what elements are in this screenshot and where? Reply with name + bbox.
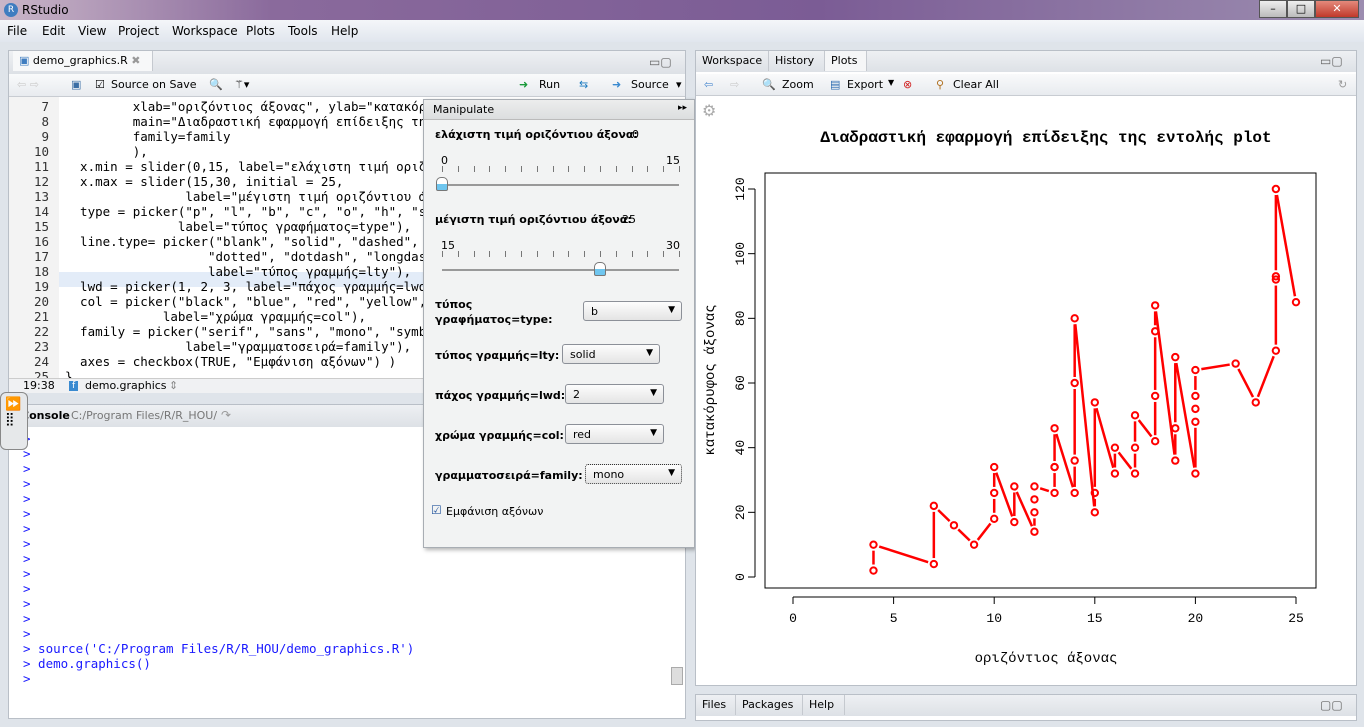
tab-files[interactable]: Files <box>696 695 736 715</box>
y-tick-label: 20 <box>733 505 748 521</box>
y-tick-label: 60 <box>733 375 748 391</box>
data-point <box>1150 327 1160 336</box>
plot-canvas: Διαδραστική εφαρμογή επίδειξης της εντολ… <box>703 129 1317 667</box>
data-point <box>1150 391 1160 401</box>
files-pane: Files Packages Help ▢▢ <box>695 694 1357 721</box>
y-axis-label: κατακόρυφος άξονας <box>703 304 719 455</box>
data-point <box>949 521 959 530</box>
data-point <box>1030 508 1039 517</box>
data-point <box>1171 352 1180 362</box>
series-line-segment <box>1095 407 1115 469</box>
series-line-segment <box>976 522 992 541</box>
data-point <box>1150 437 1160 446</box>
series-line-segment <box>1175 362 1196 468</box>
y-tick-label: 80 <box>733 311 748 327</box>
series-line-segment <box>1015 491 1034 527</box>
y-tick-label: 100 <box>733 242 748 265</box>
data-point <box>1130 411 1140 420</box>
data-point <box>1251 398 1260 407</box>
data-point <box>1050 462 1059 472</box>
series-line-segment <box>1074 324 1096 507</box>
data-point <box>1010 482 1019 491</box>
data-point <box>1110 443 1120 452</box>
series-line-segment <box>1117 451 1133 470</box>
series-line-segment <box>1201 363 1230 371</box>
data-point <box>1070 314 1079 323</box>
data-point <box>1110 469 1120 478</box>
data-point <box>990 514 999 523</box>
data-point <box>1030 482 1039 491</box>
x-tick-label: 10 <box>986 611 1002 626</box>
data-point <box>1030 527 1039 536</box>
tab-help[interactable]: Help <box>803 695 845 715</box>
series-line-segment <box>937 509 951 523</box>
data-point <box>1171 424 1180 433</box>
series-line-segment <box>1237 368 1255 398</box>
data-point <box>1231 359 1240 368</box>
data-point <box>1150 301 1160 310</box>
data-point <box>1050 488 1059 498</box>
data-point <box>1050 424 1059 433</box>
data-point <box>1191 404 1200 414</box>
data-point <box>1070 488 1079 498</box>
data-point <box>1030 495 1039 504</box>
data-point <box>990 462 999 472</box>
data-point <box>869 566 878 575</box>
series-line-segment <box>957 528 971 542</box>
data-point <box>1090 488 1100 498</box>
plot-box <box>764 172 1317 589</box>
data-point <box>929 501 939 511</box>
y-tick-label: 40 <box>733 440 748 456</box>
data-point <box>1191 469 1200 478</box>
x-tick-label: 25 <box>1288 611 1304 626</box>
series-line-segment <box>1055 433 1075 488</box>
x-tick-label: 5 <box>890 611 898 626</box>
data-point <box>1070 456 1079 465</box>
data-point <box>1271 184 1281 194</box>
data-point <box>1191 365 1200 375</box>
x-tick-label: 0 <box>789 611 797 626</box>
restore-pane-icon[interactable]: ▢▢ <box>1320 698 1343 712</box>
data-point <box>1271 346 1281 355</box>
tab-packages[interactable]: Packages <box>736 695 803 715</box>
series-line-segment <box>1256 355 1275 398</box>
data-point <box>1090 508 1100 517</box>
data-point <box>1191 417 1200 426</box>
data-point <box>1130 469 1140 478</box>
data-point <box>1070 378 1079 388</box>
data-point <box>929 559 939 569</box>
data-point <box>1291 297 1301 307</box>
data-point <box>1191 391 1200 401</box>
data-point <box>1171 456 1180 465</box>
series-line-segment <box>878 545 929 564</box>
series-line-segment <box>995 472 1014 517</box>
x-tick-label: 15 <box>1087 611 1103 626</box>
data-point <box>1010 517 1019 527</box>
x-axis-label: οριζόντιος άξονας <box>975 651 1118 667</box>
data-point <box>1090 398 1100 407</box>
data-point <box>990 488 999 498</box>
x-tick-label: 20 <box>1188 611 1204 626</box>
y-tick-label: 0 <box>733 573 748 581</box>
series-line-segment <box>1137 419 1153 438</box>
plot-title: Διαδραστική εφαρμογή επίδειξης της εντολ… <box>820 129 1271 147</box>
series-line-segment <box>1039 487 1050 493</box>
data-point <box>969 540 979 549</box>
y-tick-label: 120 <box>733 177 748 200</box>
data-point <box>869 540 878 549</box>
data-point <box>1130 443 1140 452</box>
files-tabstrip: Files Packages Help ▢▢ <box>696 695 1356 716</box>
